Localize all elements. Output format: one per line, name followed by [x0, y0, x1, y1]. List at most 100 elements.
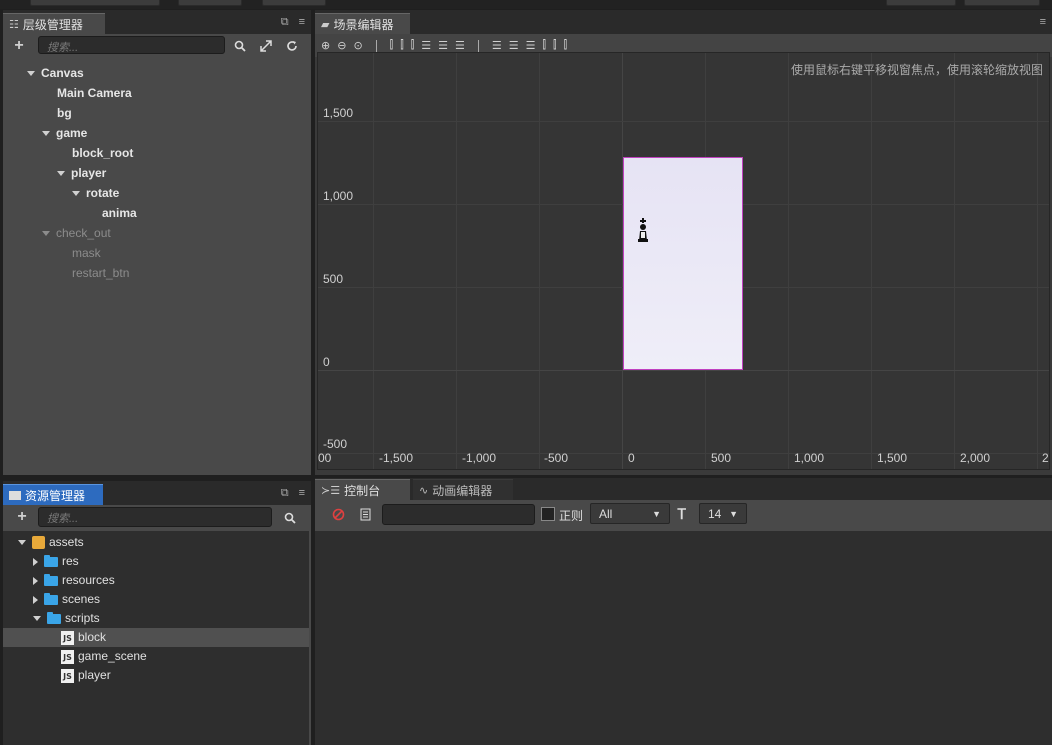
hierarchy-title: 层级管理器	[22, 17, 83, 32]
align-right-icon[interactable]: ⫿	[411, 39, 415, 52]
expand-triangle-icon[interactable]	[42, 231, 50, 237]
align-hcenter-icon[interactable]: ⫿	[400, 39, 404, 52]
asset-script-block[interactable]: JS block	[61, 628, 106, 647]
js-file-icon: JS	[61, 649, 74, 664]
regex-checkbox[interactable]	[541, 507, 555, 521]
popout-icon[interactable]: ⧉	[281, 16, 289, 29]
tree-node-bg[interactable]: bg	[57, 103, 72, 123]
align-left-icon[interactable]: ⫿	[390, 39, 394, 52]
zoom-out-icon[interactable]: ⊖	[337, 39, 346, 52]
tree-node-main-camera[interactable]: Main Camera	[57, 83, 132, 103]
assets-search-input[interactable]: 搜索...	[38, 507, 272, 527]
tree-node-anima[interactable]: anima	[102, 203, 137, 223]
distribute-top-icon[interactable]: ☰	[492, 39, 502, 52]
zoom-in-icon[interactable]: ⊕	[321, 39, 330, 52]
expand-triangle-icon[interactable]	[27, 71, 35, 77]
popout-icon[interactable]: ⧉	[281, 487, 289, 500]
regex-label: 正则	[559, 509, 584, 523]
font-size-select[interactable]: 14 ▼	[699, 503, 747, 524]
asset-script-game-scene[interactable]: JS game_scene	[61, 647, 147, 666]
collapse-triangle-icon[interactable]	[33, 557, 38, 566]
distribute-vcenter-icon[interactable]: ☰	[509, 39, 519, 52]
x-axis-label: -1,000	[462, 451, 497, 465]
toolbar-button-group-2[interactable]	[178, 0, 242, 6]
clear-console-icon[interactable]	[332, 507, 346, 521]
tree-node-canvas[interactable]: Canvas	[27, 63, 84, 83]
asset-label: scenes	[62, 592, 101, 606]
tree-node-game[interactable]: game	[42, 123, 87, 143]
tree-node-player[interactable]: player	[57, 163, 106, 183]
tab-animation-editor[interactable]: ∿ 动画编辑器	[413, 479, 513, 500]
align-bottom-icon[interactable]: ☰	[455, 39, 465, 52]
y-axis-label: -500	[323, 437, 348, 451]
tree-node-label: restart_btn	[72, 266, 130, 280]
tree-node-rotate[interactable]: rotate	[72, 183, 119, 203]
expand-triangle-icon[interactable]	[72, 191, 80, 197]
scene-viewport[interactable]: 使用鼠标右键平移视窗焦点，使用滚轮缩放视图 1,500 1,000 500 0 …	[317, 52, 1050, 470]
scene-tabbar: ▰ 场景编辑器 ≡	[315, 10, 1052, 34]
asset-script-player[interactable]: JS player	[61, 666, 111, 685]
tree-node-label: bg	[57, 106, 72, 120]
asset-folder-res[interactable]: res	[33, 552, 79, 571]
expand-triangle-icon[interactable]	[42, 131, 50, 137]
expand-triangle-icon[interactable]	[57, 171, 65, 177]
log-level-select[interactable]: All ▼	[590, 503, 670, 524]
menu-icon[interactable]: ≡	[299, 487, 305, 500]
selected-row-highlight	[3, 628, 309, 647]
asset-folder-resources[interactable]: resources	[33, 571, 115, 590]
toolbar-button-group-3[interactable]	[262, 0, 326, 6]
open-log-file-icon[interactable]	[360, 507, 372, 521]
distribute-hcenter-icon[interactable]: ⫿	[553, 39, 557, 52]
grid-line-origin	[318, 370, 1049, 371]
collapse-triangle-icon[interactable]	[33, 595, 38, 604]
search-icon[interactable]	[233, 39, 247, 53]
hierarchy-tab-icons: ⧉ ≡	[281, 16, 305, 29]
expand-triangle-icon[interactable]	[33, 616, 41, 621]
tree-node-check-out[interactable]: check_out	[42, 223, 111, 243]
distribute-left-icon[interactable]: ⫿	[543, 39, 547, 52]
tree-node-label: mask	[72, 246, 101, 260]
collapse-triangle-icon[interactable]	[33, 576, 38, 585]
js-file-icon: JS	[61, 668, 74, 683]
y-axis-label: 0	[323, 355, 330, 369]
tree-node-block-root[interactable]: block_root	[72, 143, 133, 163]
asset-label: scripts	[65, 611, 100, 625]
asset-folder-scripts[interactable]: scripts	[33, 609, 100, 628]
toolbar-button-group-1[interactable]	[30, 0, 160, 6]
animation-icon: ∿	[419, 484, 429, 497]
canvas-node-rect[interactable]	[623, 157, 743, 370]
asset-root[interactable]: assets	[18, 533, 84, 552]
tab-hierarchy[interactable]: ☷ 层级管理器	[3, 13, 105, 34]
expand-triangle-icon[interactable]	[18, 540, 26, 545]
player-sprite-icon[interactable]	[636, 218, 650, 242]
add-asset-button[interactable]: +	[15, 508, 29, 525]
distribute-right-icon[interactable]: ⫿	[564, 39, 568, 52]
toolbar-button-4[interactable]	[886, 0, 956, 6]
align-vcenter-icon[interactable]: ☰	[438, 39, 448, 52]
zoom-reset-icon[interactable]: ⊙	[353, 39, 362, 52]
menu-icon[interactable]: ≡	[1040, 16, 1046, 28]
grid-line	[954, 53, 955, 469]
distribute-bottom-icon[interactable]: ☰	[526, 39, 536, 52]
tree-node-label: block_root	[72, 146, 134, 160]
hierarchy-search-input[interactable]: 搜索...	[38, 36, 225, 54]
tree-node-restart-btn[interactable]: restart_btn	[72, 263, 129, 283]
hierarchy-tabbar: ☷ 层级管理器 ⧉ ≡	[3, 10, 311, 34]
tab-scene-editor[interactable]: ▰ 场景编辑器	[315, 13, 410, 34]
tree-node-mask[interactable]: mask	[72, 243, 101, 263]
console-filter-input[interactable]	[382, 504, 535, 525]
add-node-button[interactable]: +	[12, 37, 26, 54]
tab-assets[interactable]: 资源管理器	[3, 484, 103, 505]
asset-label: resources	[62, 573, 115, 587]
tree-node-label: player	[71, 166, 107, 180]
toolbar-button-5[interactable]	[964, 0, 1040, 6]
hierarchy-icon: ☷	[9, 18, 19, 31]
asset-label: player	[78, 668, 111, 682]
asset-folder-scenes[interactable]: scenes	[33, 590, 100, 609]
refresh-icon[interactable]	[285, 39, 299, 53]
tab-console[interactable]: ≻☰ 控制台	[315, 479, 410, 500]
expand-icon[interactable]	[259, 39, 273, 53]
align-top-icon[interactable]: ☰	[421, 39, 431, 52]
menu-icon[interactable]: ≡	[299, 16, 305, 29]
search-icon[interactable]	[283, 511, 297, 525]
